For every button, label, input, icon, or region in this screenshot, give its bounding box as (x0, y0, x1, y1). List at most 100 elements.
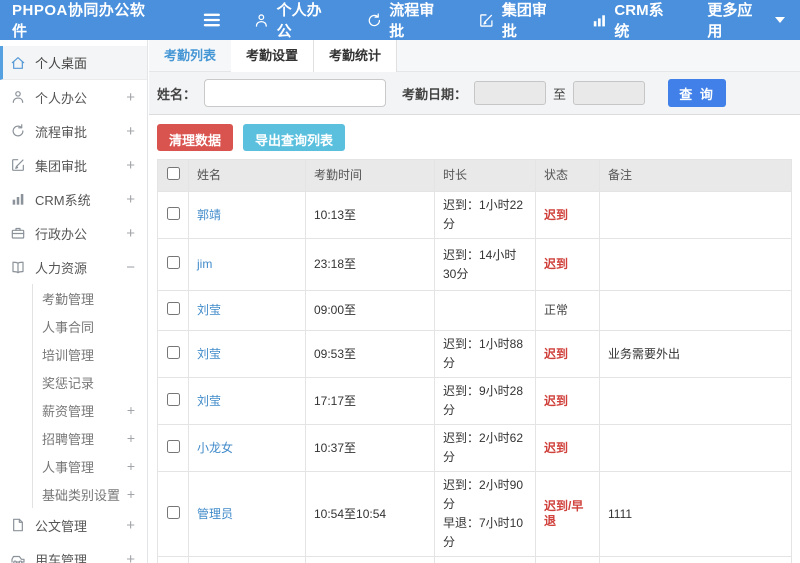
row-checkbox[interactable] (166, 345, 180, 359)
sidebar-subitem[interactable]: 人事合同 (33, 312, 147, 340)
table-row: 刘莹 09:00至 正常 (157, 290, 792, 331)
row-checkbox-cell (157, 330, 189, 378)
plus-icon[interactable]: + (126, 226, 135, 241)
sidebar-item-label: 个人桌面 (35, 56, 88, 71)
sidebar-subitem[interactable]: 薪资管理 + (33, 396, 147, 424)
cell-note (599, 191, 792, 239)
cell-name: 刘莹 (188, 330, 306, 378)
sidebar-item[interactable]: 个人办公 + (0, 80, 147, 114)
employee-name-link[interactable]: 管理员 (197, 507, 233, 521)
row-checkbox[interactable] (166, 439, 180, 453)
sidebar-item[interactable]: 个人桌面 (0, 46, 147, 80)
cell-note (599, 556, 792, 563)
cell-time: 09:00至 (305, 290, 435, 331)
search-button[interactable]: 查 询 (668, 79, 727, 107)
main-panel: 考勤列表 考勤设置 考勤统计 姓名： 考勤日期： 至 查 询 清理数据 导出查询列表… (149, 40, 800, 563)
content-area: 清理数据 导出查询列表 姓名 考勤时间 时长 状态 备注 郭靖 10:13至 迟到：1小时2… (149, 115, 800, 563)
employee-name-link[interactable]: 郭靖 (197, 208, 221, 222)
date-to-input[interactable] (573, 81, 646, 105)
cell-name: 管理员 (188, 471, 306, 557)
employee-name-link[interactable]: jim (197, 257, 212, 271)
plus-icon[interactable]: + (126, 90, 135, 105)
sidebar-item[interactable]: CRM系统 + (0, 182, 147, 216)
sidebar-subitem[interactable]: 基础类别设置 + (33, 480, 147, 508)
minus-icon[interactable]: − (126, 260, 135, 275)
tab-attendance-list[interactable]: 考勤列表 (149, 40, 231, 72)
tab-attendance-settings[interactable]: 考勤设置 (231, 40, 315, 72)
tab-attendance-stats[interactable]: 考勤统计 (314, 40, 398, 72)
topnav-item[interactable]: 集团审批 (463, 0, 576, 40)
cell-note: 业务需要外出 (599, 330, 792, 378)
employee-name-link[interactable]: 刘莹 (197, 347, 221, 361)
employee-name-link[interactable]: 刘莹 (197, 303, 221, 317)
edit-icon (478, 12, 495, 29)
duration-line: 早退：7小时10分 (443, 516, 524, 549)
plus-icon[interactable]: + (126, 192, 135, 207)
cell-name: jim (188, 238, 306, 291)
sidebar-subitem[interactable]: 培训管理 (33, 340, 147, 368)
sidebar-item[interactable]: 行政办公 + (0, 216, 147, 250)
row-checkbox-cell (157, 377, 189, 425)
topnav-item[interactable]: 流程审批 (351, 0, 464, 40)
sidebar-item[interactable]: 公文管理 + (0, 508, 147, 542)
flow-icon (10, 123, 26, 139)
date-from-input[interactable] (474, 81, 547, 105)
cell-status: 迟到/早退 (535, 471, 600, 557)
plus-icon[interactable]: + (126, 124, 135, 139)
topnav-label: 集团审批 (501, 2, 547, 40)
plus-icon[interactable]: + (126, 158, 135, 173)
table-row: 刘莹 09:53至 迟到：1小时88分 迟到 业务需要外出 (157, 330, 792, 378)
clean-data-button[interactable]: 清理数据 (157, 124, 234, 151)
plus-icon[interactable]: + (126, 552, 135, 563)
sidebar-subitem[interactable]: 考勤管理 (33, 284, 147, 312)
duration-line: 迟到：2小时90分 (443, 478, 524, 511)
row-checkbox[interactable] (166, 256, 180, 269)
menu-toggle-icon[interactable] (200, 8, 224, 32)
app-header: PHPOA协同办公软件 个人办公 流程审批 集团审批 CRM系统 更多应用 (0, 0, 800, 40)
chart-icon (591, 12, 608, 29)
plus-icon[interactable]: + (127, 487, 135, 501)
sidebar: 个人桌面 个人办公 + 流程审批 + 集团审批 + CRM系统 + 行政办公 + 人力资源 − 考勤管理人… (0, 40, 148, 563)
employee-name-link[interactable]: 小龙女 (197, 441, 233, 455)
chart-icon (10, 191, 26, 207)
topnav-item[interactable]: 个人办公 (238, 0, 351, 40)
sidebar-subitem-label: 培训管理 (42, 347, 95, 363)
cell-time: 10:13至 (305, 191, 435, 239)
sidebar-subitem[interactable]: 奖惩记录 (33, 368, 147, 396)
select-all-checkbox[interactable] (166, 167, 180, 180)
plus-icon[interactable]: + (127, 459, 135, 473)
plus-icon[interactable]: + (127, 403, 135, 417)
sidebar-item[interactable]: 用车管理 + (0, 542, 147, 563)
filter-bar: 姓名： 考勤日期： 至 查 询 (149, 72, 800, 115)
topnav-label: 更多应用 (707, 2, 753, 40)
plus-icon[interactable]: + (126, 518, 135, 533)
cell-duration: 迟到：1小时22分 (434, 191, 536, 239)
row-checkbox[interactable] (166, 392, 180, 406)
flow-icon (366, 12, 383, 29)
sidebar-item[interactable]: 人力资源 − (0, 250, 147, 284)
row-checkbox[interactable] (166, 302, 180, 315)
cell-name: 小龙女 (188, 424, 306, 472)
cell-status: 迟到 (535, 556, 600, 563)
topnav-item[interactable]: CRM系统 (576, 0, 693, 40)
sidebar-submenu: 考勤管理 人事合同培训管理奖惩记录 薪资管理 + 招聘管理 + 人事管理 + 基础类别设置 + (32, 284, 147, 508)
name-input[interactable] (204, 79, 387, 107)
sidebar-subitem[interactable]: 招聘管理 + (33, 424, 147, 452)
topnav-item[interactable]: 更多应用 (692, 0, 800, 40)
plus-icon[interactable]: + (127, 431, 135, 445)
duration-line: 迟到：2小时62分 (443, 431, 524, 464)
row-checkbox[interactable] (166, 206, 180, 220)
status-badge: 迟到 (544, 257, 569, 271)
chevron-down-icon (775, 17, 786, 23)
header-checkbox-cell (157, 159, 189, 192)
export-list-button[interactable]: 导出查询列表 (243, 124, 346, 151)
row-checkbox-cell (157, 471, 189, 557)
sidebar-item[interactable]: 集团审批 + (0, 148, 147, 182)
cell-duration: 迟到：56分 (434, 556, 536, 563)
row-checkbox[interactable] (166, 505, 180, 519)
sidebar-subitem[interactable]: 人事管理 + (33, 452, 147, 480)
employee-name-link[interactable]: 刘莹 (197, 394, 221, 408)
table-header: 姓名 考勤时间 时长 状态 备注 (157, 159, 792, 192)
sidebar-item[interactable]: 流程审批 + (0, 114, 147, 148)
cell-status: 正常 (535, 290, 600, 331)
